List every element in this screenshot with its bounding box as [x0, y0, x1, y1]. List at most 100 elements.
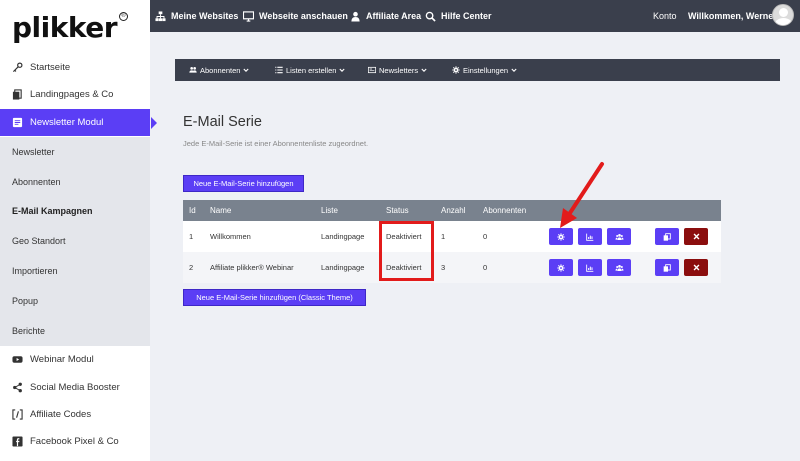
- users-icon: [189, 66, 197, 74]
- chart-icon: [586, 264, 594, 272]
- settings-button[interactable]: [549, 228, 573, 245]
- table-header: Id Name Liste Status Anzahl Abonnenten: [183, 200, 721, 221]
- logo[interactable]: plikker ®: [12, 10, 142, 46]
- subnav-label: Newsletters: [379, 65, 419, 75]
- topbar-item-label: Hilfe Center: [441, 11, 492, 21]
- add-email-series-classic-button[interactable]: Neue E-Mail-Serie hinzufügen (Classic Th…: [183, 289, 366, 306]
- subnav-einstellungen[interactable]: Einstellungen: [452, 59, 517, 81]
- sidebar-item-facebook-pixel[interactable]: Facebook Pixel & Co: [0, 428, 150, 455]
- column-header-anzahl[interactable]: Anzahl: [441, 200, 465, 221]
- close-icon: [693, 233, 699, 240]
- copy-icon: [663, 232, 671, 241]
- subnav-listen-erstellen[interactable]: Listen erstellen: [275, 59, 346, 81]
- sidebar-item-label: Facebook Pixel & Co: [30, 436, 119, 447]
- annotation-arrow-icon: [560, 162, 604, 228]
- sidebar-item-newsletter-modul[interactable]: Newsletter Modul: [0, 109, 150, 136]
- cog-icon: [557, 263, 565, 272]
- copy-button[interactable]: [655, 259, 679, 276]
- submenu-item-popup[interactable]: Popup: [12, 294, 38, 308]
- topbar-item-label: Webseite anschauen: [259, 11, 348, 21]
- subnav-abonnenten[interactable]: Abonnenten: [189, 59, 250, 81]
- sidebar-item-social-media-booster[interactable]: Social Media Booster: [0, 374, 150, 401]
- statistics-button[interactable]: [578, 259, 602, 276]
- copy-button[interactable]: [655, 228, 679, 245]
- submenu-item-email-kampagnen[interactable]: E-Mail Kampagnen: [12, 204, 93, 218]
- status-highlight-box: [379, 221, 434, 281]
- sidebar-item-affiliate-codes[interactable]: Affiliate Codes: [0, 401, 150, 428]
- chart-icon: [586, 233, 594, 241]
- column-header-liste[interactable]: Liste: [321, 200, 338, 221]
- share-icon: [12, 382, 23, 393]
- subnav-label: Listen erstellen: [286, 65, 337, 75]
- settings-button[interactable]: [549, 259, 573, 276]
- cell-name[interactable]: Affiliate plikker® Webinar: [210, 252, 294, 283]
- newspaper-icon: [368, 66, 376, 74]
- sidebar-item-label: Startseite: [30, 62, 71, 73]
- cell-id: 2: [189, 263, 194, 272]
- brackets-icon: [12, 409, 23, 420]
- delete-button[interactable]: [684, 259, 708, 276]
- submenu-item-geo-standort[interactable]: Geo Standort: [12, 234, 66, 248]
- column-header-id[interactable]: Id: [189, 200, 196, 221]
- sidebar: plikker ® Startseite Landingpages & Co N…: [0, 0, 150, 461]
- topbar-meine-websites[interactable]: Meine Websites: [155, 0, 238, 32]
- subnav-newsletters[interactable]: Newsletters: [368, 59, 427, 81]
- user-icon: [350, 11, 361, 22]
- sidebar-item-startseite[interactable]: Startseite: [0, 54, 150, 81]
- submenu-item-newsletter[interactable]: Newsletter: [12, 145, 55, 159]
- logo-text: plikker: [12, 11, 118, 44]
- avatar[interactable]: [772, 4, 794, 26]
- submenu-item-abonnenten[interactable]: Abonnenten: [12, 175, 61, 189]
- topbar-item-label: Meine Websites: [171, 11, 239, 21]
- copy-icon: [663, 263, 671, 272]
- column-header-abonnenten[interactable]: Abonnenten: [483, 200, 526, 221]
- subscribers-button[interactable]: [607, 259, 631, 276]
- sidebar-item-label: Webinar Modul: [30, 354, 94, 365]
- newsletter-icon: [12, 117, 23, 128]
- cog-icon: [452, 66, 460, 74]
- sidebar-item-landingpages[interactable]: Landingpages & Co: [0, 81, 150, 108]
- cell-abonnenten: 0: [483, 263, 488, 272]
- cell-anzahl: 3: [441, 263, 446, 272]
- chevron-down-icon: [243, 67, 250, 73]
- cell-abonnenten: 0: [483, 232, 488, 241]
- topbar-webseite-anschauen[interactable]: Webseite anschauen: [243, 0, 348, 32]
- cell-liste: Landingpage: [321, 232, 365, 241]
- cell-name[interactable]: Willkommen: [210, 221, 251, 252]
- submenu-item-importieren[interactable]: Importieren: [12, 264, 58, 278]
- close-icon: [693, 264, 699, 271]
- sidebar-item-label: Newsletter Modul: [30, 117, 104, 128]
- registered-mark: ®: [119, 12, 128, 21]
- page-subtitle: Jede E-Mail-Serie ist einer Abonnentenli…: [183, 139, 369, 148]
- search-icon: [425, 11, 436, 22]
- cell-anzahl: 1: [441, 232, 446, 241]
- topbar-welcome[interactable]: Willkommen, Werner: [688, 0, 777, 32]
- table-row: 2 Affiliate plikker® Webinar Landingpage…: [183, 252, 721, 283]
- statistics-button[interactable]: [578, 228, 602, 245]
- monitor-icon: [243, 10, 254, 22]
- list-icon: [275, 66, 283, 74]
- facebook-icon: [12, 436, 23, 447]
- delete-button[interactable]: [684, 228, 708, 245]
- subnav-label: Einstellungen: [463, 65, 509, 75]
- cog-icon: [557, 232, 565, 241]
- sidebar-item-label: Social Media Booster: [30, 382, 120, 393]
- add-email-series-button[interactable]: Neue E-Mail-Serie hinzufügen: [183, 175, 304, 192]
- column-header-status[interactable]: Status: [386, 200, 409, 221]
- topbar-item-label: Affiliate Area: [366, 11, 422, 21]
- users-icon: [615, 264, 623, 271]
- table-row: 1 Willkommen Landingpage Deaktiviert 1 0: [183, 221, 721, 252]
- submenu-item-berichte[interactable]: Berichte: [12, 324, 45, 338]
- sidebar-item-label: Landingpages & Co: [30, 89, 114, 100]
- column-header-name[interactable]: Name: [210, 200, 231, 221]
- chevron-down-icon: [421, 67, 427, 73]
- subscribers-button[interactable]: [607, 228, 631, 245]
- topbar-konto[interactable]: Konto: [653, 0, 677, 32]
- topbar-hilfe-center[interactable]: Hilfe Center: [425, 0, 492, 32]
- youtube-icon: [12, 354, 23, 365]
- sitemap-icon: [155, 10, 166, 22]
- newsletter-submenu: Newsletter Abonnenten E-Mail Kampagnen G…: [0, 137, 150, 346]
- sidebar-item-webinar-modul[interactable]: Webinar Modul: [0, 346, 150, 373]
- chevron-down-icon: [339, 67, 346, 73]
- topbar-affiliate-area[interactable]: Affiliate Area: [350, 0, 421, 32]
